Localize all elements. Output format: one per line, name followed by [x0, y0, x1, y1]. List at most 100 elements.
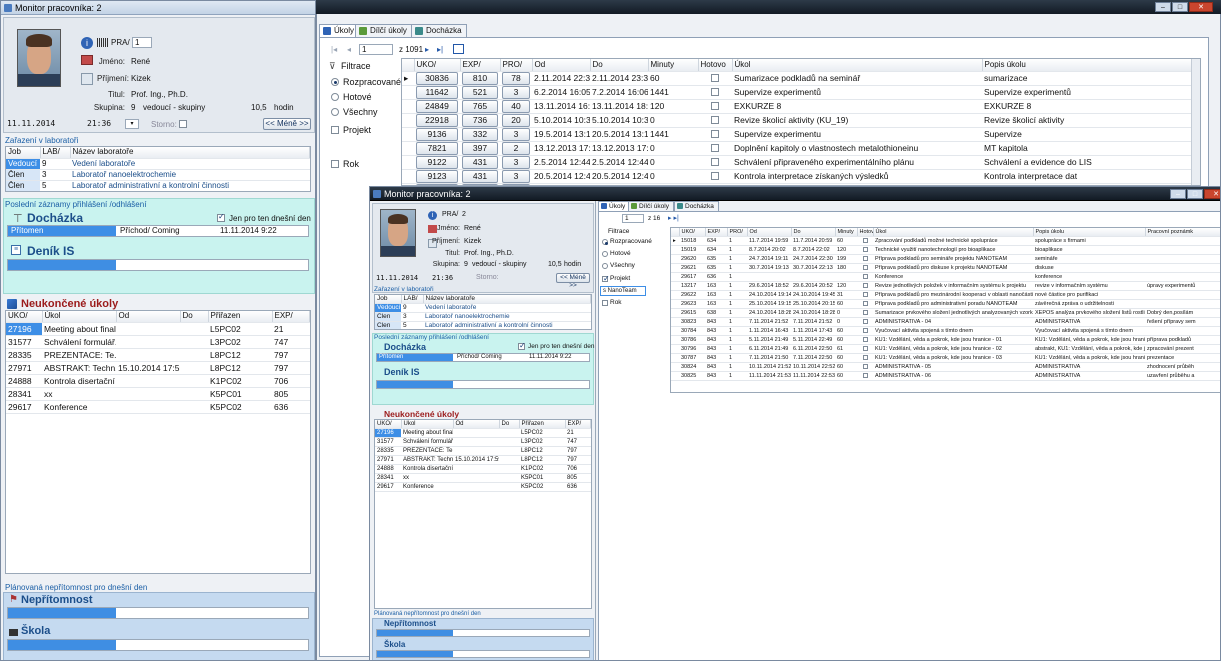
task-pro-cell[interactable]: 1: [727, 326, 747, 336]
task-exp-cell-button[interactable]: 810: [462, 71, 498, 85]
overlay-main-grid-header-done[interactable]: Hotovo: [857, 228, 874, 237]
overlay-tasks-header-from[interactable]: Od: [453, 420, 500, 429]
task-from-cell[interactable]: [453, 473, 499, 483]
table-row[interactable]: 15019 634 1 8.7.2014 20:02 8.7.2014 22:02 120…: [671, 245, 1220, 255]
row-indicator[interactable]: [671, 335, 679, 345]
overlay-main-grid-header-to[interactable]: Do: [791, 228, 836, 237]
table-row[interactable]: 24849 765 4013.11.2014 16:0013.11.2014 18:…: [402, 99, 1200, 114]
date-field[interactable]: 11.11.2014: [7, 119, 65, 130]
task-pro-cell[interactable]: 1: [727, 344, 747, 354]
task-exp-cell-button[interactable]: 163: [707, 283, 716, 289]
overlay-tasks-header-to[interactable]: Do: [499, 420, 520, 429]
task-name-cell[interactable]: KU1: Vzdělání, věda a pokrok, kde jsou h…: [873, 344, 1033, 354]
project-checkbox[interactable]: [331, 126, 339, 134]
task-notes-cell[interactable]: uzavření průběhu a: [1145, 371, 1220, 381]
table-row[interactable]: 27971 ABSTRAKT: Techn... 15.10.2014 17:59 L…: [375, 455, 591, 465]
task-name-cell[interactable]: EXKURZE 8: [732, 99, 982, 114]
task-pro-cell-button[interactable]: 2: [502, 141, 530, 154]
main-grid-header-task[interactable]: Úkol: [732, 59, 983, 72]
overlay-tab-subtasks[interactable]: Dílčí úkoly: [628, 201, 674, 211]
task-done-cell[interactable]: [857, 326, 873, 336]
task-from-cell[interactable]: [116, 335, 180, 349]
task-to-cell[interactable]: 2.11.2014 23:36: [590, 71, 648, 86]
task-pro-cell[interactable]: 3: [500, 85, 532, 100]
task-id-cell[interactable]: 30784: [679, 326, 705, 336]
task-exp-cell[interactable]: 810: [460, 71, 500, 86]
task-assigned-cell[interactable]: L8PC12: [208, 361, 272, 375]
task-notes-cell[interactable]: úpravy experimentů: [1145, 281, 1220, 291]
task-id-cell[interactable]: 28341: [6, 387, 42, 401]
task-from-cell[interactable]: 1.11.2014 16:43: [747, 326, 791, 336]
table-row[interactable]: 29617 Konference K5PC02 636: [375, 482, 591, 492]
task-name-cell[interactable]: Konference: [873, 272, 1033, 282]
table-row[interactable]: 9123 431 3 20.5.2014 12:45 20.5.2014 12:45 0 K…: [402, 169, 1200, 184]
task-done-cell[interactable]: [857, 245, 873, 255]
tab-tasks[interactable]: Úkoly: [319, 24, 360, 37]
task-exp-cell-button[interactable]: 636: [707, 274, 716, 280]
task-to-cell[interactable]: 8.7.2014 22:02: [791, 245, 835, 255]
done-checkbox[interactable]: [862, 364, 868, 370]
task-done-cell[interactable]: [857, 299, 873, 309]
task-to-cell[interactable]: 30.7.2014 22:13: [791, 263, 835, 273]
overlay-attendance-status[interactable]: Přítomen: [377, 354, 453, 361]
lab-id-cell[interactable]: 3: [40, 169, 70, 181]
nav-page-field[interactable]: 1: [359, 44, 393, 55]
task-name-cell[interactable]: KU1: Vzdělání, věda a pokrok, kde jsou h…: [873, 353, 1033, 363]
lab-name-cell[interactable]: Vedení laboratoře: [70, 158, 310, 170]
task-name-cell[interactable]: Schválení formulář...: [42, 335, 116, 349]
task-to-cell[interactable]: 29.6.2014 20:52: [791, 281, 835, 291]
tasks-header-assigned[interactable]: Přiřazen: [208, 311, 273, 323]
task-description-cell[interactable]: ADMINISTRATIVA: [1033, 317, 1145, 327]
done-checkbox[interactable]: [862, 256, 868, 262]
overlay-lab-id-cell[interactable]: 5: [401, 321, 423, 329]
task-to-cell[interactable]: [180, 400, 208, 414]
lab-job-cell[interactable]: Člen: [6, 169, 40, 181]
task-done-cell[interactable]: [698, 71, 732, 86]
task-exp-cell[interactable]: 805: [565, 473, 591, 483]
task-minutes-cell[interactable]: 1441: [648, 85, 698, 100]
nav-first-button[interactable]: |◂: [331, 45, 337, 54]
table-row[interactable]: 9122 431 3 2.5.2014 12:44 2.5.2014 12:44 0 Sch…: [402, 155, 1200, 170]
task-name-cell[interactable]: Příprava podkladů pro administrativní po…: [873, 299, 1033, 309]
task-description-cell[interactable]: semináře: [1033, 254, 1145, 264]
task-description-cell[interactable]: Supervize experimentů: [982, 85, 1200, 100]
task-exp-cell-button[interactable]: 521: [462, 85, 498, 98]
task-to-cell[interactable]: [180, 374, 208, 388]
row-indicator[interactable]: [671, 362, 679, 372]
task-name-cell[interactable]: ADMINISTRATIVA - 06: [873, 371, 1033, 381]
table-row[interactable]: Člen 3 Laboratoř nanoelektrochemie: [6, 169, 310, 181]
lab-header-job[interactable]: Job: [6, 147, 41, 159]
task-id-cell-button[interactable]: 30786: [681, 337, 696, 343]
lab-name-cell[interactable]: Laboratoř administrativní a kontrolní či…: [70, 180, 310, 191]
table-row[interactable]: 22918 736 20 5.10.2014 10:33 5.10.2014 10:33…: [402, 113, 1200, 128]
task-to-cell[interactable]: [499, 437, 519, 447]
task-assigned-cell[interactable]: K5PC02: [519, 482, 565, 492]
task-exp-cell[interactable]: 843: [705, 344, 727, 354]
task-id-cell[interactable]: 29617: [6, 400, 42, 414]
overlay-lab-job-cell[interactable]: Vedoucí: [375, 303, 401, 313]
task-name-cell[interactable]: PREZENTACE: Te...: [401, 446, 453, 456]
table-row[interactable]: 27971 ABSTRAKT: Techn... 15.10.2014 17:59 L…: [6, 361, 310, 375]
task-id-cell[interactable]: 22918: [414, 113, 460, 128]
task-id-cell[interactable]: 29621: [679, 263, 705, 273]
task-minutes-cell[interactable]: 1441: [648, 127, 698, 142]
time-spinner[interactable]: ▾: [125, 119, 139, 129]
task-name-cell[interactable]: Revize školicí aktivity (KU_19): [732, 113, 982, 128]
task-pro-cell-button[interactable]: 1: [729, 274, 732, 280]
table-row[interactable]: 29617 Konference K5PC02 636: [6, 400, 310, 414]
task-assigned-cell[interactable]: K1PC02: [208, 374, 272, 388]
table-row[interactable]: 29622 163 1 24.10.2014 19:14 24.10.2014 19:4…: [671, 290, 1220, 300]
done-checkbox[interactable]: [862, 247, 868, 253]
storno-checkbox[interactable]: [179, 120, 187, 128]
task-done-cell[interactable]: [857, 281, 873, 291]
task-id-cell-button[interactable]: 9136: [416, 127, 458, 140]
task-id-cell[interactable]: 30786: [679, 335, 705, 345]
task-id-cell[interactable]: 15018: [679, 236, 705, 246]
task-description-cell[interactable]: Revize školicí aktivity: [982, 113, 1200, 128]
task-done-cell[interactable]: [698, 141, 732, 156]
task-minutes-cell[interactable]: 0: [648, 169, 698, 184]
task-to-cell[interactable]: 5.10.2014 10:33: [590, 113, 648, 128]
done-checkbox[interactable]: [711, 88, 719, 97]
task-id-cell-button[interactable]: 30787: [681, 355, 696, 361]
task-minutes-cell[interactable]: 60: [835, 353, 857, 363]
